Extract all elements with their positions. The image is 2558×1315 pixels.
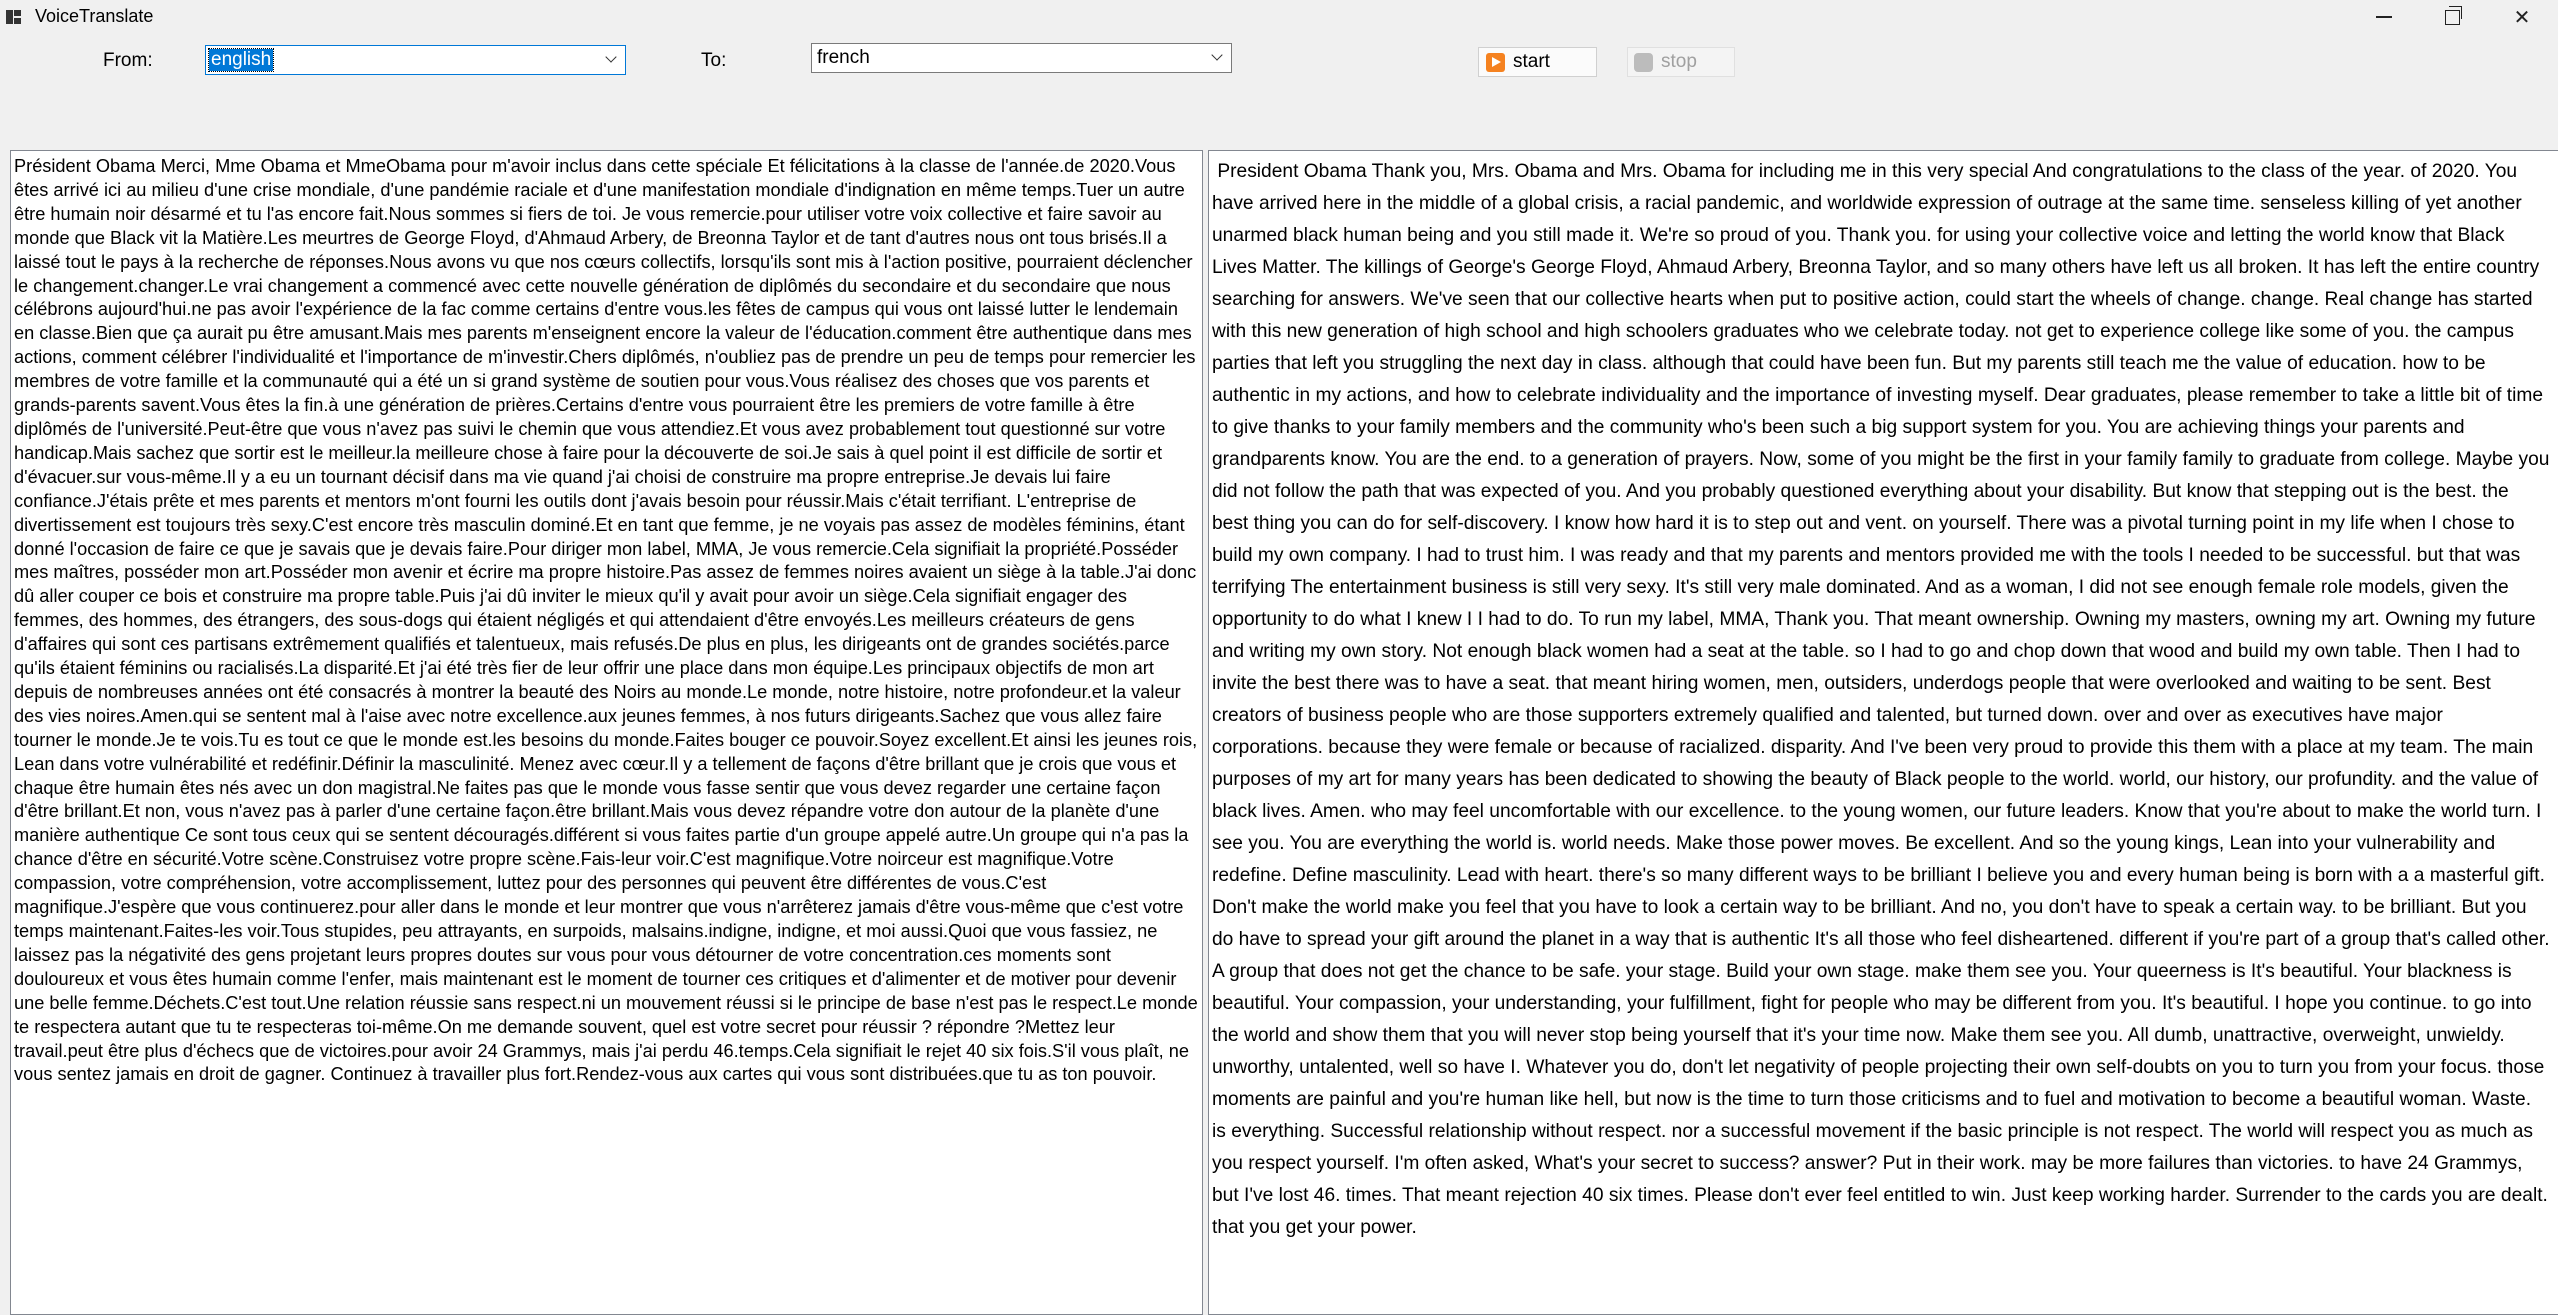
maximize-button[interactable]	[2418, 0, 2486, 34]
title-bar: VoiceTranslate ✕	[0, 0, 2558, 34]
to-language-select[interactable]: french	[811, 43, 1232, 73]
to-label: To:	[701, 50, 727, 71]
start-button-label: start	[1513, 51, 1550, 72]
close-button[interactable]: ✕	[2488, 0, 2556, 34]
chevron-down-icon[interactable]	[1211, 49, 1225, 63]
source-text-area[interactable]: President Obama Thank you, Mrs. Obama an…	[1208, 150, 2558, 1315]
french-text: Président Obama Merci, Mme Obama et MmeO…	[14, 156, 1203, 1085]
minimize-icon	[2376, 16, 2392, 18]
start-button[interactable]: start	[1478, 47, 1597, 77]
stop-icon	[1634, 52, 1653, 72]
english-text: President Obama Thank you, Mrs. Obama an…	[1212, 161, 2555, 1238]
chevron-down-icon[interactable]	[605, 51, 619, 65]
minimize-button[interactable]	[2350, 0, 2418, 34]
close-icon: ✕	[2513, 5, 2531, 29]
window-title: VoiceTranslate	[35, 6, 154, 26]
app-icon	[6, 10, 22, 24]
restore-icon	[2444, 5, 2462, 25]
stop-button-label: stop	[1661, 51, 1697, 72]
play-icon	[1486, 52, 1505, 72]
from-language-value: english	[207, 48, 275, 72]
stop-button[interactable]: stop	[1627, 47, 1735, 77]
to-language-value: french	[817, 47, 870, 68]
from-label: From:	[103, 50, 153, 71]
from-language-select[interactable]: english	[205, 45, 626, 75]
translated-text-area[interactable]: Président Obama Merci, Mme Obama et MmeO…	[10, 150, 1203, 1315]
